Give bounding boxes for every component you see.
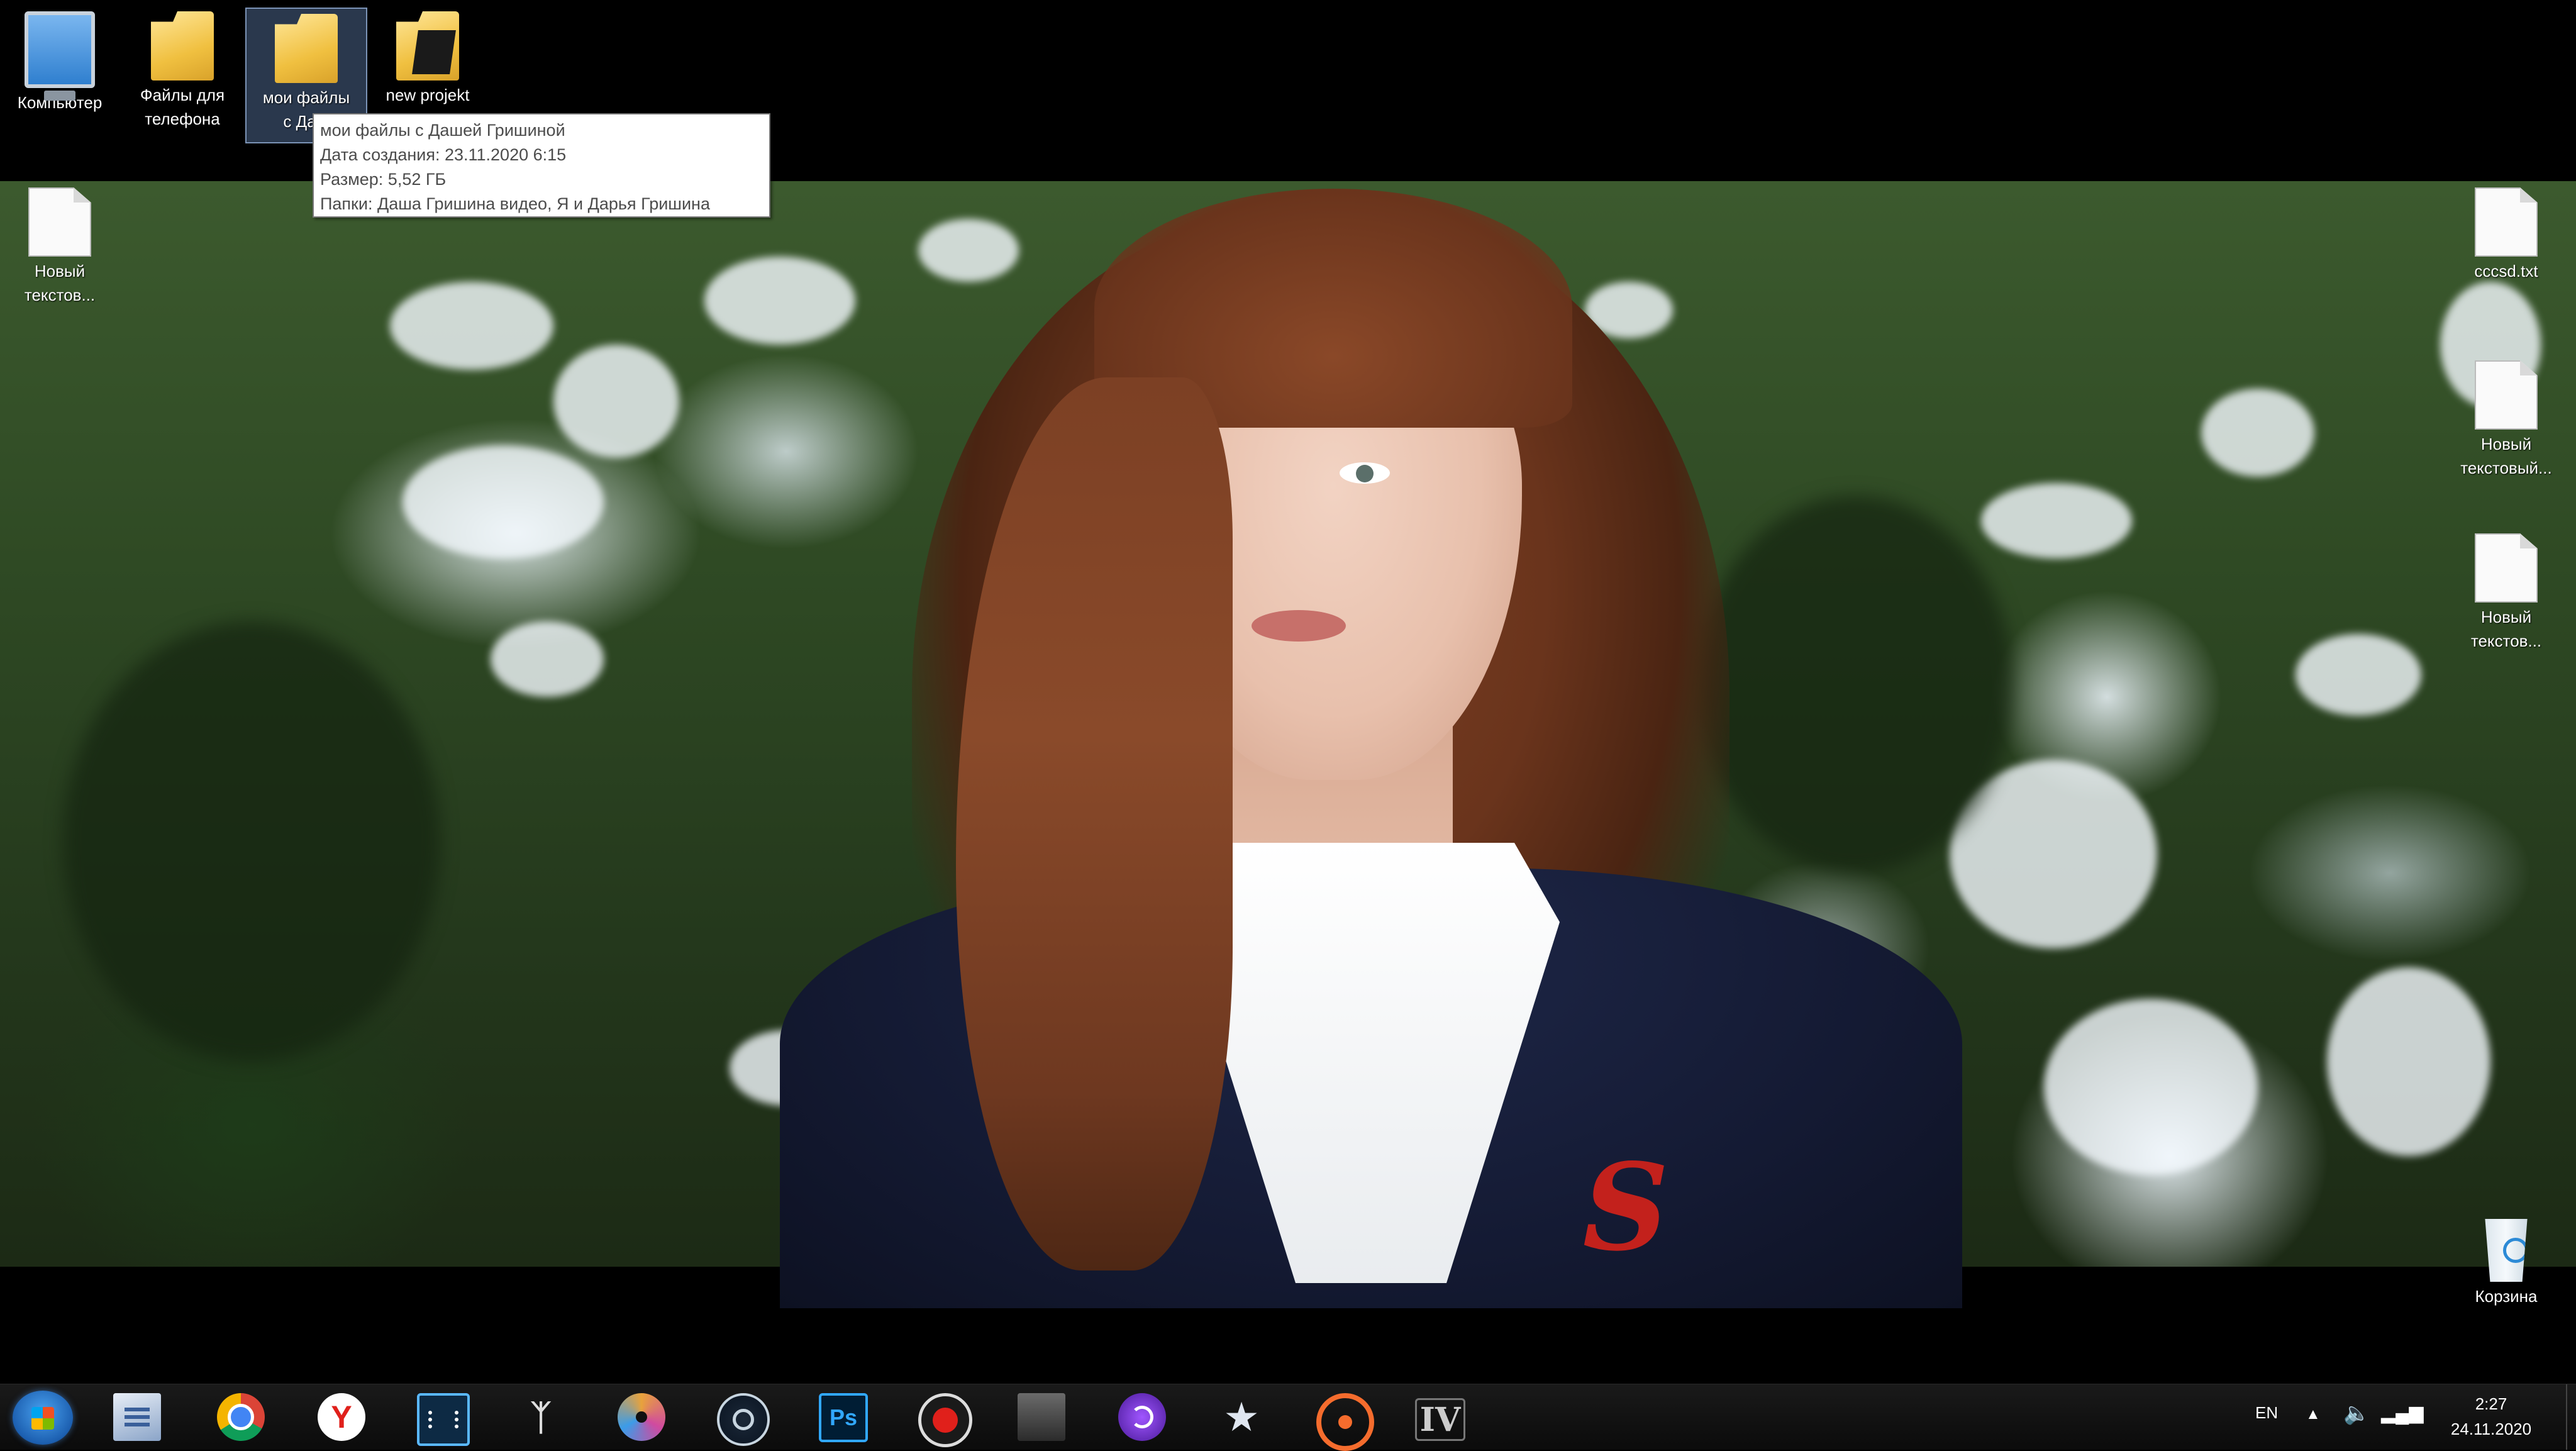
recorder-icon[interactable] (918, 1393, 972, 1447)
star-game-icon[interactable]: ★ (1218, 1393, 1265, 1441)
network-icon[interactable]: ▂▄▆ (2381, 1402, 2423, 1424)
start-button[interactable] (13, 1391, 73, 1445)
yandex-icon[interactable]: Y (318, 1393, 365, 1441)
gta-iv-icon[interactable]: IV (1415, 1398, 1465, 1441)
text-file-icon (2475, 187, 2538, 257)
desktop-icon-label: Новый текстов... (24, 262, 96, 304)
desktop-icon-label: Новый текстовый... (2460, 435, 2552, 477)
desktop-icon-text-file[interactable]: Новый текстовый... (2446, 355, 2566, 480)
jacket-crest: S (1582, 1137, 1669, 1277)
portrait-eye (1340, 462, 1390, 484)
skyrim-icon[interactable]: ᛉ (517, 1393, 565, 1441)
folder-icon (396, 11, 459, 81)
photoshop-icon[interactable]: Ps (819, 1393, 868, 1442)
tooltip-created: Дата создания: 23.11.2020 6:15 (320, 145, 567, 164)
desktop-icon-cccsd[interactable]: cccsd.txt (2446, 182, 2566, 283)
taskbar: Y ᛉ Ps ★ IV EN ▲ 🔈 ▂▄▆ 2:27 24.11.2020 (0, 1384, 2576, 1451)
desktop-icon-recycle-bin[interactable]: Корзина (2446, 1214, 2566, 1308)
volume-icon[interactable]: 🔈 (2343, 1401, 2370, 1426)
desktop-icon-text-file[interactable]: Новый текстов... (0, 182, 119, 307)
desktop-icon-phone-files[interactable]: Файлы для телефона (123, 6, 242, 131)
show-desktop-button[interactable] (2566, 1384, 2576, 1450)
chrome-icon[interactable] (217, 1393, 265, 1441)
computer-icon (25, 11, 95, 101)
folder-icon (151, 11, 214, 81)
clock-date[interactable]: 24.11.2020 (2447, 1420, 2535, 1439)
purple-app-icon[interactable] (1118, 1393, 1166, 1441)
desktop-icon-label: Новый текстов... (2470, 608, 2542, 650)
origin-icon[interactable] (1316, 1393, 1374, 1451)
notepad-icon[interactable] (113, 1393, 161, 1441)
folder-icon (275, 14, 338, 83)
tooltip-size: Размер: 5,52 ГБ (320, 170, 447, 189)
text-file-icon (2475, 360, 2538, 430)
recycle-bin-icon (2485, 1219, 2528, 1282)
video-editor-icon[interactable] (417, 1393, 470, 1446)
portrait-lips (1252, 610, 1346, 642)
folder-info-tooltip: мои файлы с Дашей Гришиной Дата создания… (313, 113, 770, 218)
desktop-icon-label: cccsd.txt (2474, 262, 2538, 281)
clock-time[interactable]: 2:27 (2447, 1394, 2535, 1414)
language-indicator[interactable]: EN (2255, 1403, 2278, 1423)
tooltip-name: мои файлы с Дашей Гришиной (320, 121, 565, 140)
tooltip-folders: Папки: Даша Гришина видео, Я и Дарья Гри… (320, 194, 710, 213)
steam-icon[interactable] (717, 1393, 770, 1446)
desktop-icon-label: new projekt (386, 86, 470, 104)
media-disc-icon[interactable] (618, 1393, 665, 1441)
windows-logo-icon (31, 1407, 54, 1430)
show-hidden-icons-icon[interactable]: ▲ (2306, 1406, 2321, 1423)
desktop-icon-text-file[interactable]: Новый текстов... (2446, 528, 2566, 653)
desktop-icon-label: Корзина (2475, 1287, 2538, 1306)
text-file-icon (28, 187, 91, 257)
desktop[interactable]: S Компьютер Файлы для телефона мои файлы… (0, 0, 2576, 1451)
desktop-icon-computer[interactable]: Компьютер (0, 6, 119, 114)
desktop-icon-label: Файлы для телефона (140, 86, 225, 128)
text-file-icon (2475, 533, 2538, 603)
game-icon[interactable] (1018, 1393, 1065, 1441)
desktop-icon-new-projekt[interactable]: new projekt (368, 6, 487, 107)
